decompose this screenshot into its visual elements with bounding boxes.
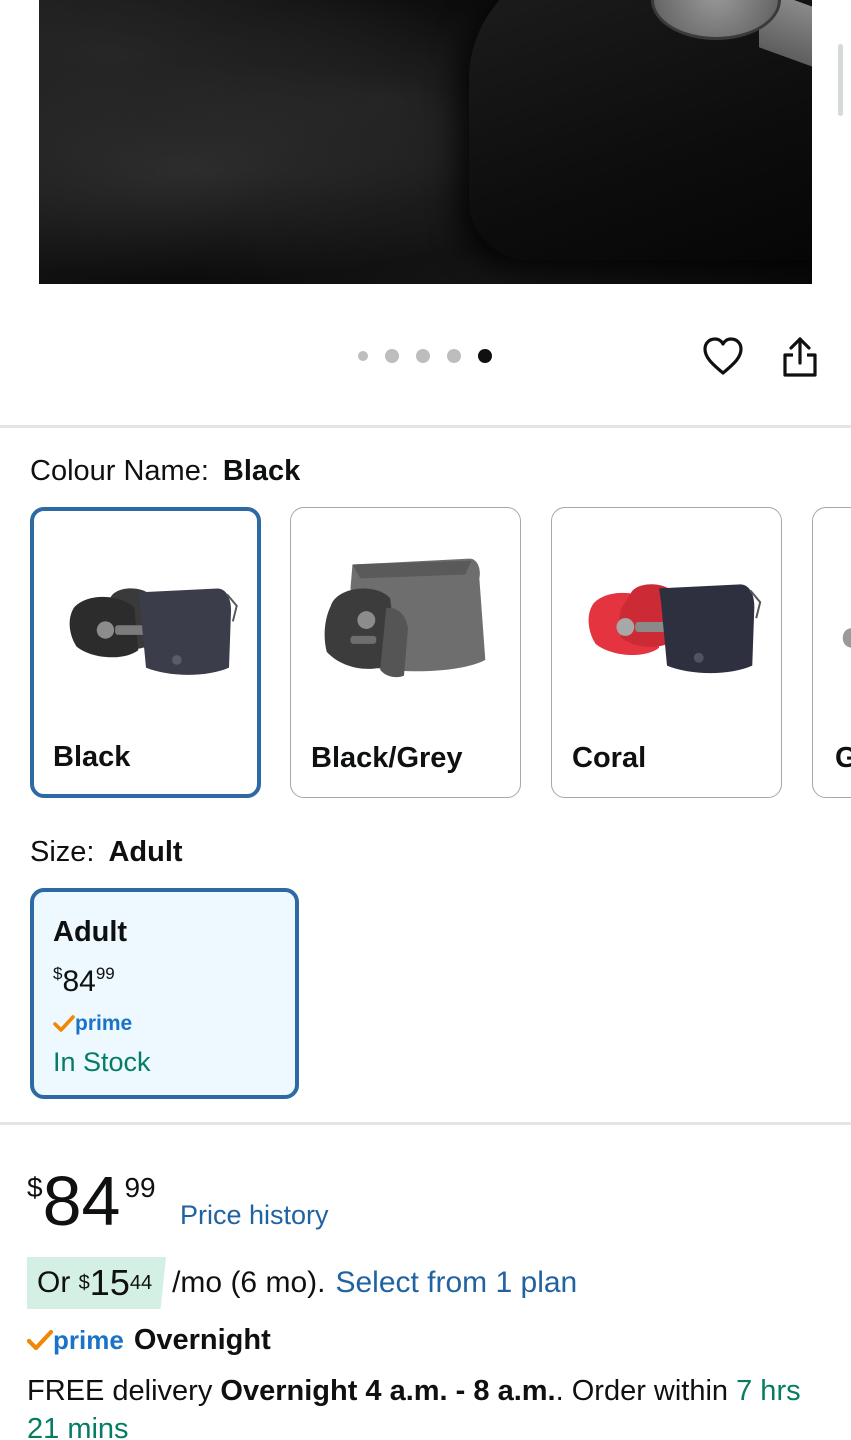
size-option-name: Adult (53, 916, 128, 948)
colour-option-black[interactable]: Black (30, 507, 261, 798)
carousel-dot[interactable] (416, 349, 430, 363)
swatch-image (324, 558, 486, 678)
plan-currency: $ (78, 1271, 90, 1294)
delivery-window: Overnight 4 a.m. - 8 a.m. (220, 1375, 556, 1407)
stock-status: In Stock (53, 1047, 151, 1077)
wishlist-button[interactable] (701, 335, 745, 379)
installment-chip: Or $15 44 (27, 1257, 167, 1309)
size-label-row: Size: Adult (30, 836, 183, 869)
swatch-label: Black/Grey (311, 742, 463, 774)
swatch-label: Coral (572, 742, 647, 774)
prime-overnight-row: prime Overnight (27, 1324, 271, 1357)
price-currency: $ (27, 1172, 43, 1203)
carousel-dots[interactable] (358, 349, 492, 363)
swatch-label: Black (53, 741, 131, 773)
share-button[interactable] (780, 335, 820, 379)
main-price: $ 84 99 (27, 1160, 156, 1236)
carousel-dot-active[interactable] (478, 349, 492, 363)
plan-prefix: Or (37, 1266, 71, 1299)
size-selected-value: Adult (108, 836, 183, 868)
free-delivery-text: FREE delivery (27, 1375, 213, 1407)
price-whole: 84 (42, 1162, 121, 1240)
section-divider (0, 425, 851, 428)
size-option-adult[interactable]: Adult $8499 prime In Stock (30, 888, 299, 1099)
scroll-indicator (838, 44, 843, 116)
select-plan-link[interactable]: Select from 1 plan (335, 1266, 577, 1300)
swatch-label: G (835, 742, 851, 775)
prime-check-icon (53, 1015, 75, 1032)
product-detail-page: Colour Name: Black Black Black/Grey Cora… (0, 0, 851, 1440)
delivery-info: FREE delivery Overnight 4 a.m. - 8 a.m..… (27, 1372, 827, 1440)
product-image[interactable] (39, 0, 812, 284)
heart-icon (703, 337, 743, 375)
size-option-price: $8499 (53, 964, 115, 999)
colour-option-coral[interactable]: Coral (551, 507, 782, 798)
colour-label-row: Colour Name: Black (30, 455, 300, 488)
share-icon (783, 337, 817, 377)
colour-selected-value: Black (222, 455, 301, 487)
carousel-dot[interactable] (385, 349, 399, 363)
prime-text: prime (75, 1012, 133, 1035)
plan-whole: 15 (89, 1262, 130, 1303)
colour-option-black-grey[interactable]: Black/Grey (290, 507, 521, 798)
plan-term: /mo (6 mo). (172, 1266, 326, 1299)
swatch-image (842, 628, 851, 648)
prime-text: prime (53, 1325, 124, 1355)
price-fraction: 99 (95, 964, 115, 983)
section-divider (0, 1122, 851, 1125)
price-whole: 84 (62, 965, 96, 998)
colour-label: Colour Name: (30, 455, 209, 487)
order-within-text: . Order within (555, 1375, 729, 1407)
colour-option-partial[interactable]: G (812, 507, 851, 798)
price-fraction: 99 (124, 1172, 156, 1203)
prime-badge: prime (27, 1325, 124, 1356)
price-history-link[interactable]: Price history (180, 1200, 329, 1231)
size-label: Size: (30, 836, 95, 868)
swatch-image (588, 584, 762, 674)
carousel-dot[interactable] (358, 351, 368, 361)
plan-fraction: 44 (129, 1271, 153, 1294)
swatch-image (69, 588, 238, 675)
prime-badge: prime (53, 1012, 132, 1038)
shipping-speed: Overnight (133, 1324, 271, 1356)
carousel-dot[interactable] (447, 349, 461, 363)
prime-check-icon (27, 1329, 53, 1350)
installment-plan-row: Or $15 44 /mo (6 mo). Select from 1 plan (27, 1257, 577, 1309)
